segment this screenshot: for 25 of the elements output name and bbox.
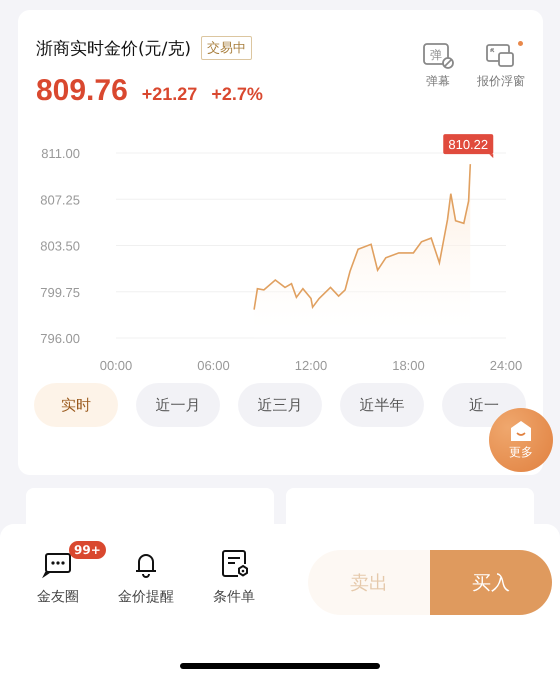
range-tab[interactable]: 近半年	[340, 383, 424, 427]
title: 浙商实时金价(元/克)	[36, 38, 191, 60]
y-axis-label: 807.25	[40, 192, 80, 208]
y-axis-label: 799.75	[40, 284, 80, 300]
change-percent: +2.7%	[211, 84, 263, 105]
x-axis-label: 00:00	[100, 358, 132, 373]
range-tab[interactable]: 近三月	[238, 383, 322, 427]
x-axis-label: 06:00	[197, 358, 230, 373]
danmaku-button[interactable]: 弹 弹幕	[421, 42, 455, 108]
price: 809.76	[36, 74, 128, 108]
house-icon	[510, 420, 532, 442]
status-badge: 交易中	[201, 36, 252, 60]
range-tab[interactable]: 近一月	[136, 383, 220, 427]
price-change: +21.27	[142, 84, 198, 105]
nav-item[interactable]: 条件单	[190, 548, 278, 606]
y-axis-label: 796.00	[40, 331, 80, 346]
y-axis-label: 811.00	[41, 146, 80, 161]
x-axis-label: 24:00	[490, 358, 522, 373]
range-tab[interactable]: 实时	[34, 383, 118, 427]
float-window-button[interactable]: 报价浮窗	[477, 42, 525, 108]
x-axis-label: 18:00	[392, 358, 425, 373]
annotation: 810.22	[448, 137, 488, 152]
count-badge: 99+	[69, 541, 106, 559]
x-axis-label: 12:00	[294, 358, 328, 373]
y-axis-label: 803.50	[40, 238, 80, 254]
